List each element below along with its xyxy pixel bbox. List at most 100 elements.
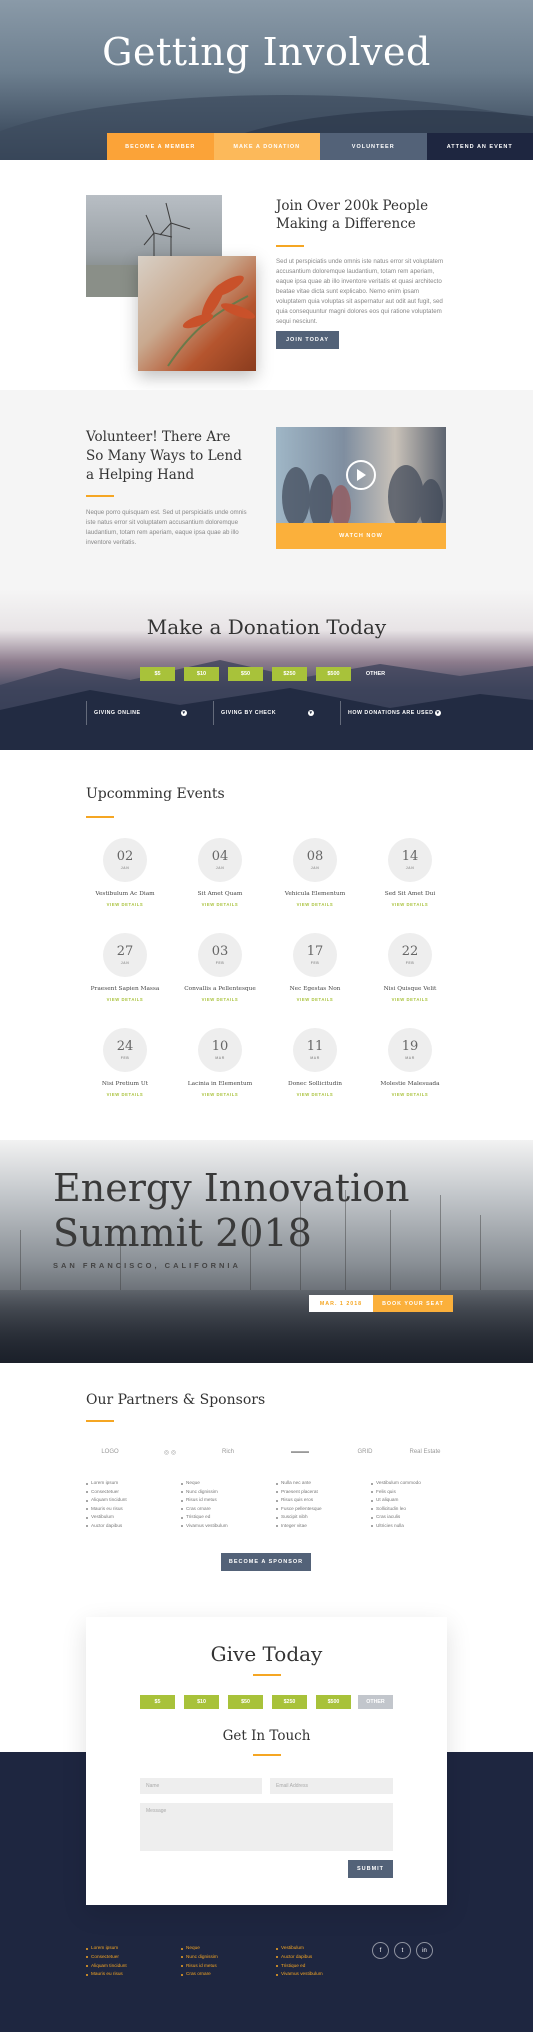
event-item[interactable]: 04 JAN Sit Amet Quam VIEW DETAILS [172,838,268,907]
event-item[interactable]: 11 MAR Donec Sollicitudin VIEW DETAILS [267,1028,363,1097]
event-item[interactable]: 10 MAR Lacinia in Elementum VIEW DETAILS [172,1028,268,1097]
partner-list-item[interactable]: Suscipit nibh [276,1513,322,1522]
event-item[interactable]: 17 FEB Nec Egestas Non VIEW DETAILS [267,933,363,1002]
join-today-button[interactable]: JOIN TODAY [276,331,339,349]
footer-link[interactable]: Aliquam tincidunt [86,1962,127,1971]
view-details-link[interactable]: VIEW DETAILS [267,997,363,1002]
give-amount-option[interactable]: $10 [184,1695,219,1709]
view-details-link[interactable]: VIEW DETAILS [172,1092,268,1097]
event-item[interactable]: 24 FEB Nisi Pretium Ut VIEW DETAILS [77,1028,173,1097]
linkedin-icon[interactable]: in [416,1942,433,1959]
footer-link[interactable]: Tristique ed [276,1962,323,1971]
donation-amount-option[interactable]: $50 [228,667,263,681]
name-field[interactable]: Name [140,1778,262,1794]
view-details-link[interactable]: VIEW DETAILS [172,997,268,1002]
footer-link[interactable]: Cras ornare [181,1970,218,1979]
event-item[interactable]: 22 FEB Nisi Quisque Velit VIEW DETAILS [362,933,458,1002]
view-details-link[interactable]: VIEW DETAILS [362,902,458,907]
partner-list-item[interactable]: Vestibulum commodo [371,1479,421,1488]
footer-link[interactable]: Neque [181,1944,218,1953]
view-details-link[interactable]: VIEW DETAILS [77,902,173,907]
partner-list-item[interactable]: Vivamus vestibulum [181,1522,228,1531]
give-amount-option[interactable]: $50 [228,1695,263,1709]
give-amount-option[interactable]: $250 [272,1695,307,1709]
give-other-option[interactable]: OTHER [358,1695,393,1709]
watch-now-button[interactable]: WATCH NOW [276,523,446,549]
partner-list-item[interactable]: Vestibulum [86,1513,127,1522]
event-item[interactable]: 19 MAR Molestie Malesuada VIEW DETAILS [362,1028,458,1097]
partner-list-item[interactable]: Ut aliquam [371,1496,421,1505]
partner-list-item[interactable]: Felis quis [371,1488,421,1497]
video-thumbnail[interactable] [276,427,446,523]
partner-list-item[interactable]: Ultricies nulla [371,1522,421,1531]
event-item[interactable]: 03 FEB Convallis a Pellentesque VIEW DETAIL… [172,933,268,1002]
donation-amount-option[interactable]: $250 [272,667,307,681]
event-item[interactable]: 02 JAN Vestibulum Ac Diam VIEW DETAILS [77,838,173,907]
partner-list-item[interactable]: Praesent placerat [276,1488,322,1497]
donation-toggle[interactable]: GIVING ONLINE ▾ [86,701,194,725]
give-amount-option[interactable]: $5 [140,1695,175,1709]
submit-button[interactable]: SUBMIT [348,1860,393,1878]
partner-list-item[interactable]: Risus id metus [181,1496,228,1505]
partner-logo[interactable]: ▬▬▬ [280,1446,320,1458]
partner-list-item[interactable]: Cras ornare [181,1505,228,1514]
partner-logo[interactable]: GRID [345,1446,385,1458]
partner-logo[interactable]: Rich [208,1446,248,1458]
donation-amount-option[interactable]: $5 [140,667,175,681]
hero-tab[interactable]: ATTEND AN EVENT [426,133,533,160]
partner-list-item[interactable]: Fusce pellentesque [276,1505,322,1514]
donation-amount-option[interactable]: $500 [316,667,351,681]
view-details-link[interactable]: VIEW DETAILS [362,997,458,1002]
hero-tab[interactable]: BECOME A MEMBER [107,133,214,160]
twitter-icon[interactable]: t [394,1942,411,1959]
partner-list-item[interactable]: Lorem ipsum [86,1479,127,1488]
partner-list-item[interactable]: Aliquam tincidunt [86,1496,127,1505]
donation-toggle[interactable]: GIVING BY CHECK ▾ [213,701,321,725]
partner-list-item[interactable]: Nulla nec ante [276,1479,322,1488]
footer-link[interactable]: Mauris eu risus [86,1970,127,1979]
partner-list-item[interactable]: Cras iaculis [371,1513,421,1522]
give-amount-option[interactable]: $500 [316,1695,351,1709]
partner-list-item[interactable]: Integer vitae [276,1522,322,1531]
footer-link[interactable]: Risus id metus [181,1962,218,1971]
event-date-badge: 10 MAR [198,1028,242,1072]
view-details-link[interactable]: VIEW DETAILS [77,1092,173,1097]
become-sponsor-button[interactable]: BECOME A SPONSOR [221,1553,311,1571]
partner-logo[interactable]: LOGO [90,1446,130,1458]
partner-list-item[interactable]: Sollicitudin leo [371,1505,421,1514]
email-field[interactable]: Email Address [270,1778,393,1794]
footer-link[interactable]: Vivamus vestibulum [276,1970,323,1979]
event-item[interactable]: 08 JAN Vehicula Elementum VIEW DETAILS [267,838,363,907]
footer-link[interactable]: Vestibulum [276,1944,323,1953]
play-icon[interactable] [346,460,376,490]
partner-logo[interactable]: ◎ ◎ [150,1446,190,1458]
book-seat-button[interactable]: BOOK YOUR SEAT [373,1295,453,1312]
view-details-link[interactable]: VIEW DETAILS [267,902,363,907]
footer-link[interactable]: Nunc dignissim [181,1953,218,1962]
partner-list-item[interactable]: Mauris eu risus [86,1505,127,1514]
view-details-link[interactable]: VIEW DETAILS [77,997,173,1002]
footer-link[interactable]: Lorem ipsum [86,1944,127,1953]
hero-tab[interactable]: VOLUNTEER [320,133,427,160]
donation-amount-option[interactable]: $10 [184,667,219,681]
donation-other-option[interactable]: OTHER [358,667,393,681]
partner-list-item[interactable]: Tristique ed [181,1513,228,1522]
hero-tab[interactable]: MAKE A DONATION [213,133,320,160]
event-item[interactable]: 27 JAN Praesent Sapien Massa VIEW DETAILS [77,933,173,1002]
partner-list-item[interactable]: Nunc dignissim [181,1488,228,1497]
facebook-icon[interactable]: f [372,1942,389,1959]
view-details-link[interactable]: VIEW DETAILS [172,902,268,907]
partner-list-item[interactable]: Neque [181,1479,228,1488]
footer-link[interactable]: Consectetuer [86,1953,127,1962]
partner-logo[interactable]: Real Estate [405,1446,445,1458]
message-field[interactable]: Message [140,1803,393,1851]
footer-link[interactable]: Auctor dapibus [276,1953,323,1962]
view-details-link[interactable]: VIEW DETAILS [267,1092,363,1097]
view-details-link[interactable]: VIEW DETAILS [362,1092,458,1097]
partner-list-item[interactable]: Consectetuer [86,1488,127,1497]
event-month: JAN [405,866,415,870]
partner-list-item[interactable]: Auctor dapibus [86,1522,127,1531]
event-item[interactable]: 14 JAN Sed Sit Amet Dui VIEW DETAILS [362,838,458,907]
partner-list-item[interactable]: Risus quis eros [276,1496,322,1505]
donation-toggle[interactable]: HOW DONATIONS ARE USED ▾ [340,701,448,725]
